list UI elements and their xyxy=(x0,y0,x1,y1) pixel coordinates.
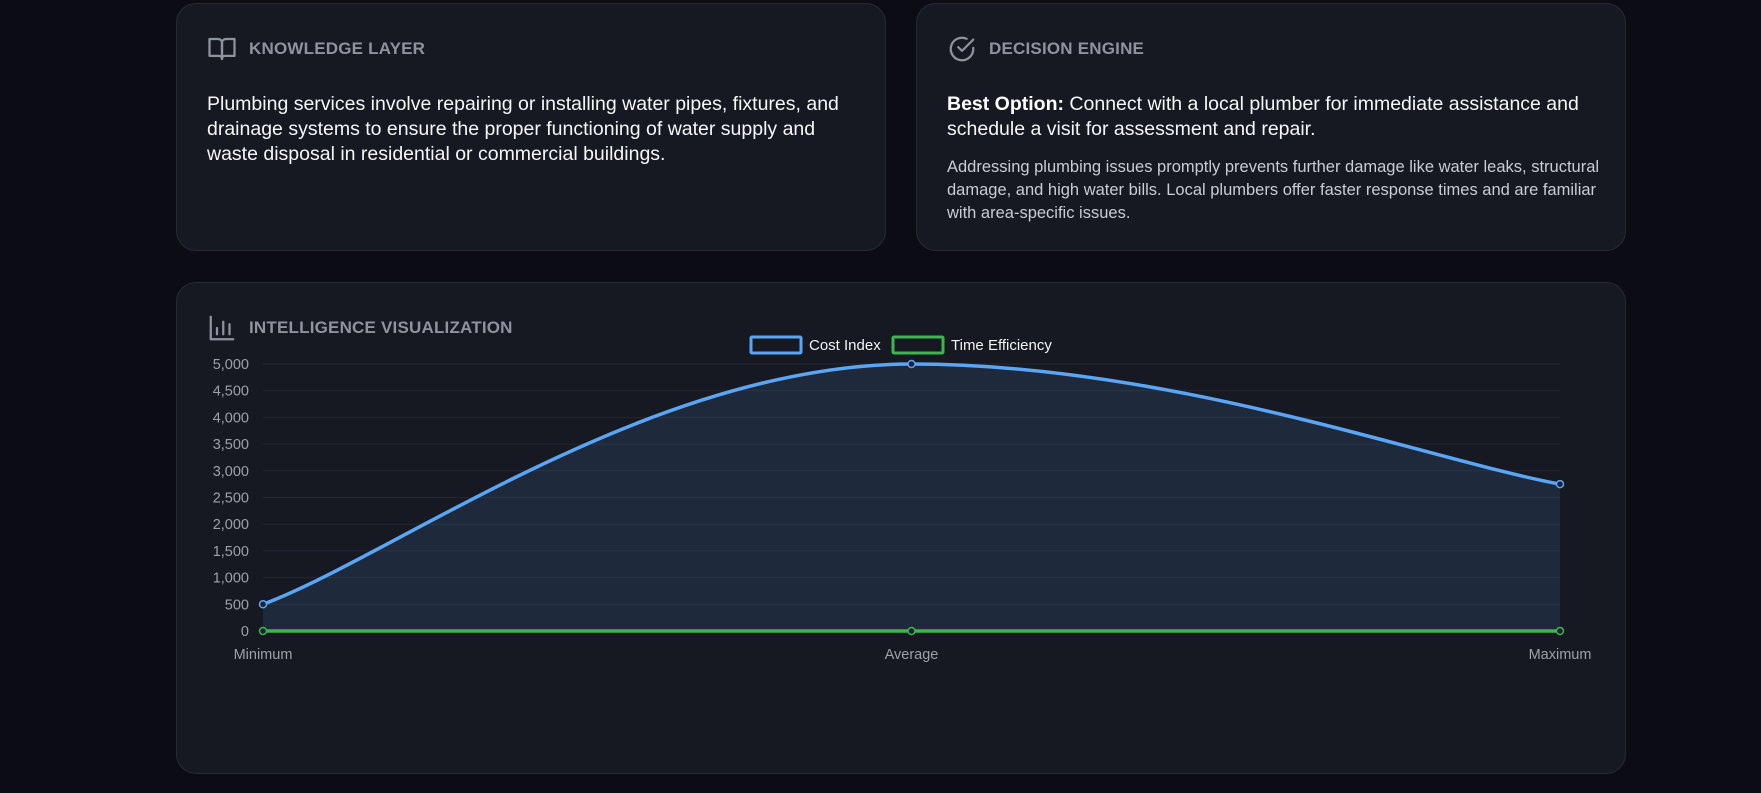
intelligence-line-chart: 0 500 1,000 1,500 2,000 2,500 3,000 3,500 4,000 4… xyxy=(213,335,1592,663)
best-option-label: Best Option: xyxy=(947,93,1064,115)
decision-engine-header: DECISION ENGINE xyxy=(947,34,1144,64)
cost-index-point xyxy=(258,600,268,609)
y-tick-label: 1,000 xyxy=(213,571,249,587)
y-tick-label: 0 xyxy=(241,624,249,640)
x-tick-label: Average xyxy=(885,647,939,663)
intelligence-visualization-card: INTELLIGENCE VISUALIZATION 0 500 1,000 1,50… xyxy=(176,282,1626,774)
y-tick-label: 4,500 xyxy=(213,384,249,400)
y-tick-label: 2,000 xyxy=(213,517,249,533)
cost-index-legend-label: Cost Index xyxy=(809,337,881,354)
knowledge-layer-card: KNOWLEDGE LAYER Plumbing services involv… xyxy=(176,3,886,251)
y-tick-label: 5,000 xyxy=(213,357,249,373)
y-tick-label: 3,500 xyxy=(213,437,249,453)
x-tick-label: Minimum xyxy=(234,647,293,663)
knowledge-description: Plumbing services involve repairing or i… xyxy=(207,93,839,165)
decision-engine-card: DECISION ENGINE Best Option: Connect wit… xyxy=(916,3,1626,251)
y-tick-label: 3,000 xyxy=(213,464,249,480)
cost-index-point xyxy=(1555,479,1565,489)
knowledge-layer-title: KNOWLEDGE LAYER xyxy=(249,39,426,58)
time-efficiency-point xyxy=(1555,626,1565,636)
check-circle-icon xyxy=(949,36,975,62)
y-tick-label: 4,000 xyxy=(213,410,249,426)
cost-index-point xyxy=(907,359,916,369)
decision-reasoning: Addressing plumbing issues promptly prev… xyxy=(947,158,1600,222)
time-efficiency-point xyxy=(258,626,268,636)
time-efficiency-legend-swatch xyxy=(891,335,945,355)
cost-index-legend-swatch xyxy=(749,335,803,355)
decision-engine-title: DECISION ENGINE xyxy=(989,39,1145,58)
time-efficiency-point xyxy=(907,626,916,636)
book-open-icon xyxy=(208,37,236,61)
best-option-text: Best Option: Connect with a local plumbe… xyxy=(947,92,1607,142)
knowledge-layer-header: KNOWLEDGE LAYER xyxy=(207,34,425,64)
y-tick-label: 2,500 xyxy=(213,491,249,507)
x-tick-label: Maximum xyxy=(1529,647,1592,663)
y-tick-label: 500 xyxy=(225,597,249,613)
time-efficiency-legend-label: Time Efficiency xyxy=(951,337,1052,354)
y-tick-label: 1,500 xyxy=(213,544,249,560)
